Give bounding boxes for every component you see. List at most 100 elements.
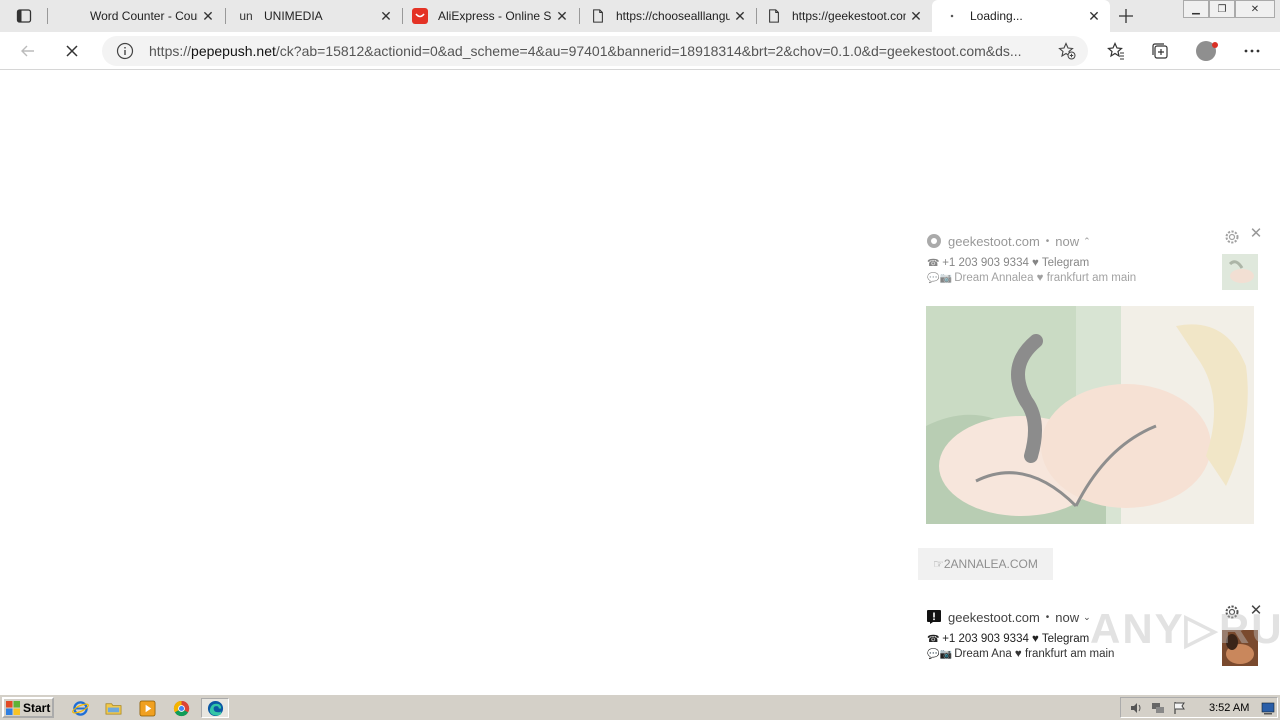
notification-line-text: +1 203 903 9334 ♥ Telegram (942, 257, 1090, 269)
url-text[interactable]: https://pepepush.net/ck?ab=15812&actioni… (149, 43, 1049, 59)
notification-source: geekestoot.com (948, 233, 1040, 249)
site-info-icon[interactable] (116, 42, 134, 60)
action-center-flag-icon[interactable] (1173, 701, 1187, 715)
tab-geekestoot[interactable]: https://geekestoot.com ✕ (754, 0, 932, 32)
clock[interactable]: 3:52 AM (1209, 702, 1249, 714)
collections-button[interactable] (1149, 40, 1171, 62)
taskbar: Start 3:52 AM (0, 694, 1280, 720)
chrome-icon (173, 700, 189, 716)
plus-icon (1119, 9, 1133, 23)
edge-taskbar-button[interactable] (201, 698, 229, 718)
favorites-button[interactable] (1105, 40, 1127, 62)
notification-time: now (1055, 233, 1080, 249)
tab-unimedia[interactable]: un UNIMEDIA ✕ (226, 0, 402, 32)
page-icon (590, 8, 606, 24)
favorites-star-icon (1107, 42, 1124, 60)
show-desktop-icon[interactable] (1261, 701, 1275, 715)
settings-menu-button[interactable] (1241, 40, 1263, 62)
notification-action-label: ☞2ANNALEA.COM (933, 557, 1038, 571)
notification-settings-icon[interactable] (1223, 228, 1241, 246)
phone-icon: ☎ (927, 258, 940, 269)
tab-title: Word Counter - Count Words & Correct Wri… (90, 9, 198, 23)
address-bar[interactable]: https://pepepush.net/ck?ab=15812&actioni… (102, 36, 1088, 66)
folder-icon (105, 702, 121, 715)
edge-icon (207, 700, 223, 716)
notification-line-text: Dream Annalea ♥ frankfurt am main (954, 272, 1137, 284)
tab-choosealllanguages[interactable]: https://choosealllanguages.com ✕ (578, 0, 756, 32)
tab-actions-button[interactable] (8, 5, 40, 27)
notification-line-text: +1 203 903 9334 ♥ Telegram (942, 633, 1090, 645)
notification-header: geekestoot.com • now ⌃ (927, 233, 1091, 249)
start-label: Start (23, 700, 51, 715)
loading-icon (944, 8, 960, 24)
internet-explorer-icon (71, 700, 89, 716)
close-tab-icon[interactable]: ✕ (1084, 6, 1104, 26)
close-tab-icon[interactable]: ✕ (376, 6, 396, 26)
chat-camera-icon: 💬📷 (927, 273, 952, 284)
collections-icon (1152, 43, 1168, 59)
tab-loading-active[interactable]: Loading... ✕ (932, 0, 1110, 32)
minimize-button[interactable]: ▁ (1183, 0, 1209, 18)
watermark: ANY▷RUN (1090, 605, 1280, 652)
back-button[interactable] (13, 36, 43, 66)
notification-time: now (1055, 609, 1080, 625)
blank-icon (64, 8, 80, 24)
aliexpress-icon (412, 8, 428, 24)
internet-explorer-launcher[interactable] (70, 698, 90, 718)
stop-icon (66, 45, 78, 57)
close-window-button[interactable]: ✕ (1235, 0, 1275, 18)
chat-camera-icon: 💬📷 (927, 649, 952, 660)
tab-strip: Word Counter - Count Words & Correct Wri… (0, 0, 1280, 32)
unimedia-icon: un (239, 9, 253, 23)
notification-body-line: ☎ +1 203 903 9334 ♥ Telegram (927, 633, 1089, 645)
restore-button[interactable]: ❐ (1209, 0, 1235, 18)
chevron-up-icon[interactable]: ⌃ (1083, 236, 1091, 247)
notification-hero-image (926, 306, 1254, 524)
media-player-icon (139, 700, 155, 716)
close-tab-icon[interactable]: ✕ (198, 6, 218, 26)
tab-actions-icon (16, 9, 32, 23)
browser-toolbar: https://pepepush.net/ck?ab=15812&actioni… (0, 32, 1280, 70)
tab-title: Loading... (970, 9, 1023, 23)
separator-dot: • (1045, 235, 1050, 247)
notification-body-line: ☎ +1 203 903 9334 ♥ Telegram (927, 257, 1089, 269)
chrome-launcher[interactable] (171, 698, 191, 718)
explorer-launcher[interactable] (103, 698, 123, 718)
more-dots-icon (1244, 49, 1260, 53)
network-icon[interactable] (1151, 701, 1165, 715)
notification-source: geekestoot.com (948, 609, 1040, 625)
close-tab-icon[interactable]: ✕ (552, 6, 572, 26)
media-player-launcher[interactable] (137, 698, 157, 718)
profile-alert-dot (1212, 42, 1218, 48)
close-icon: ✕ (1250, 3, 1260, 15)
restore-icon: ❐ (1217, 3, 1227, 15)
close-tab-icon[interactable]: ✕ (906, 6, 926, 26)
volume-icon[interactable] (1129, 701, 1143, 715)
tab-title: UNIMEDIA (264, 9, 323, 23)
new-tab-button[interactable] (1114, 4, 1138, 28)
back-arrow-icon (21, 45, 34, 57)
tab-word-counter[interactable]: Word Counter - Count Words & Correct Wri… (52, 0, 224, 32)
url-path: /ck?ab=15812&actionid=0&ad_scheme=4&au=9… (275, 43, 1022, 59)
alert-source-icon (927, 610, 941, 624)
phone-icon: ☎ (927, 634, 940, 645)
tab-separator (47, 8, 48, 24)
stop-loading-button[interactable] (57, 36, 87, 66)
notification-body-line: 💬📷 Dream Annalea ♥ frankfurt am main (927, 272, 1136, 284)
close-tab-icon[interactable]: ✕ (730, 6, 750, 26)
minimize-icon: ▁ (1192, 3, 1200, 15)
start-button[interactable]: Start (2, 697, 54, 718)
notification-close-icon[interactable]: ✕ (1249, 226, 1263, 241)
notification-header: geekestoot.com • now ⌄ (927, 609, 1091, 625)
browser-source-icon (927, 234, 941, 248)
notification-action-button[interactable]: ☞2ANNALEA.COM (918, 548, 1053, 580)
separator-dot: • (1045, 611, 1050, 623)
tab-title: https://geekestoot.com (792, 9, 906, 23)
add-favorite-icon[interactable] (1058, 42, 1076, 60)
url-scheme: https:// (149, 43, 192, 59)
notification-thumbnail (1222, 254, 1258, 290)
windows-logo-icon (6, 700, 20, 715)
tab-aliexpress[interactable]: AliExpress - Online Shopping for Popular… (400, 0, 578, 32)
tab-title: AliExpress - Online Shopping for Popular… (438, 9, 552, 23)
notification-body-line: 💬📷 Dream Ana ♥ frankfurt am main (927, 648, 1114, 660)
